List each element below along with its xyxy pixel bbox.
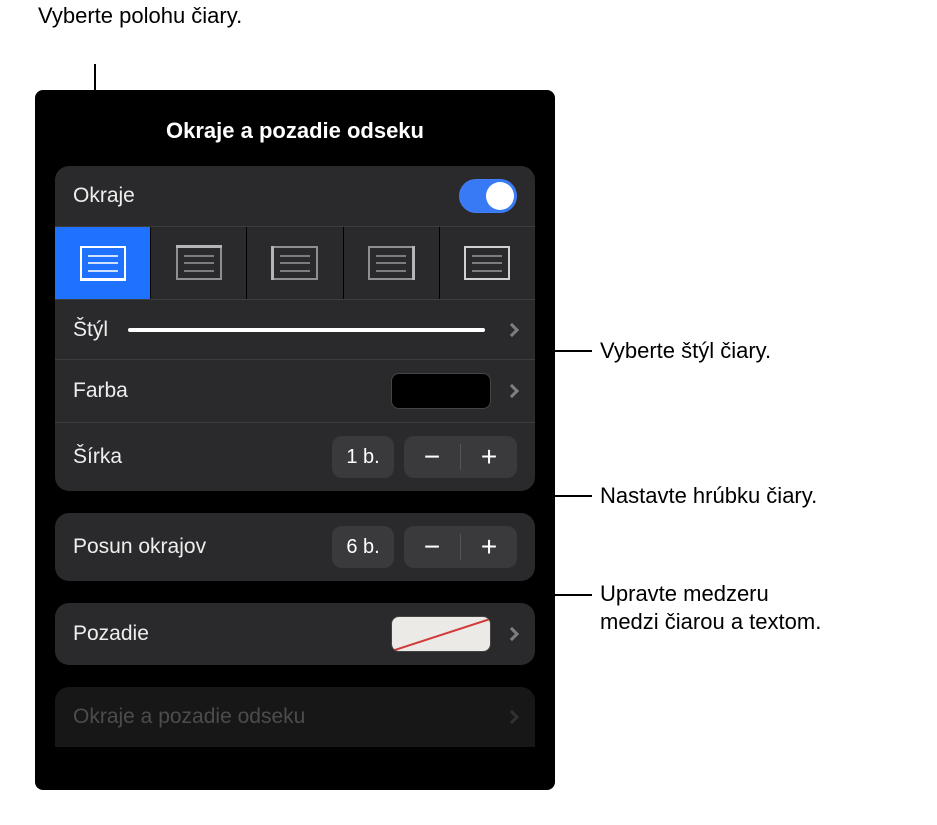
- line-style-row[interactable]: Štýl: [55, 299, 535, 359]
- parent-sheet-label: Okraje a pozadie odseku: [73, 705, 305, 729]
- chevron-right-icon: [505, 710, 519, 724]
- border-position-top[interactable]: [151, 227, 247, 299]
- border-offset-label: Posun okrajov: [73, 535, 206, 559]
- border-offset-decrease[interactable]: −: [404, 526, 460, 568]
- border-offset-row: Posun okrajov 6 b. − +: [55, 513, 535, 581]
- background-row[interactable]: Pozadie: [55, 603, 535, 665]
- line-style-label: Štýl: [73, 318, 108, 342]
- callout-width: Nastavte hrúbku čiary.: [600, 482, 817, 510]
- border-position-right-icon: [368, 246, 414, 280]
- callout-position: Vyberte polohu čiary.: [38, 2, 242, 30]
- background-swatch-none: [391, 616, 491, 652]
- border-position-right[interactable]: [344, 227, 440, 299]
- plus-icon: +: [481, 441, 497, 473]
- borders-group: Okraje: [55, 166, 535, 491]
- line-color-swatch: [391, 373, 491, 409]
- background-group: Pozadie: [55, 603, 535, 665]
- callout-offset-l1: Upravte medzeru: [600, 580, 821, 608]
- line-width-row: Šírka 1 b. − +: [55, 422, 535, 491]
- line-width-increase[interactable]: +: [461, 436, 517, 478]
- callout-offset-l2: medzi čiarou a textom.: [600, 608, 821, 636]
- borders-toggle[interactable]: [459, 179, 517, 213]
- border-position-bottom[interactable]: [55, 227, 151, 299]
- line-color-label: Farba: [73, 379, 128, 403]
- chevron-right-icon: [505, 384, 519, 398]
- line-style-preview: [128, 328, 485, 332]
- settings-panel: Okraje a pozadie odseku Okraje: [35, 90, 555, 790]
- background-label: Pozadie: [73, 622, 149, 646]
- border-position-all[interactable]: [440, 227, 535, 299]
- border-position-all-icon: [464, 246, 510, 280]
- line-width-stepper: − +: [404, 436, 517, 478]
- minus-icon: −: [424, 531, 440, 563]
- border-position-left-icon: [272, 246, 318, 280]
- line-width-decrease[interactable]: −: [404, 436, 460, 478]
- border-offset-increase[interactable]: +: [461, 526, 517, 568]
- callout-position-l1: Vyberte polohu čiary.: [38, 2, 242, 30]
- borders-label: Okraje: [73, 184, 135, 208]
- border-offset-value[interactable]: 6 b.: [332, 526, 394, 568]
- border-position-left[interactable]: [247, 227, 343, 299]
- border-position-tabs: [55, 226, 535, 299]
- minus-icon: −: [424, 441, 440, 473]
- offset-group: Posun okrajov 6 b. − +: [55, 513, 535, 581]
- plus-icon: +: [481, 531, 497, 563]
- parent-sheet-peek[interactable]: Okraje a pozadie odseku: [55, 687, 535, 747]
- line-width-label: Šírka: [73, 445, 122, 469]
- border-position-top-icon: [176, 246, 222, 280]
- callout-offset: Upravte medzeru medzi čiarou a textom.: [600, 580, 821, 635]
- borders-toggle-row: Okraje: [55, 166, 535, 226]
- border-offset-stepper: − +: [404, 526, 517, 568]
- callout-style: Vyberte štýl čiary.: [600, 337, 771, 365]
- line-width-value[interactable]: 1 b.: [332, 436, 394, 478]
- chevron-right-icon: [505, 627, 519, 641]
- line-color-row[interactable]: Farba: [55, 359, 535, 422]
- panel-title: Okraje a pozadie odseku: [45, 98, 545, 166]
- border-position-bottom-icon: [80, 246, 126, 280]
- chevron-right-icon: [505, 322, 519, 336]
